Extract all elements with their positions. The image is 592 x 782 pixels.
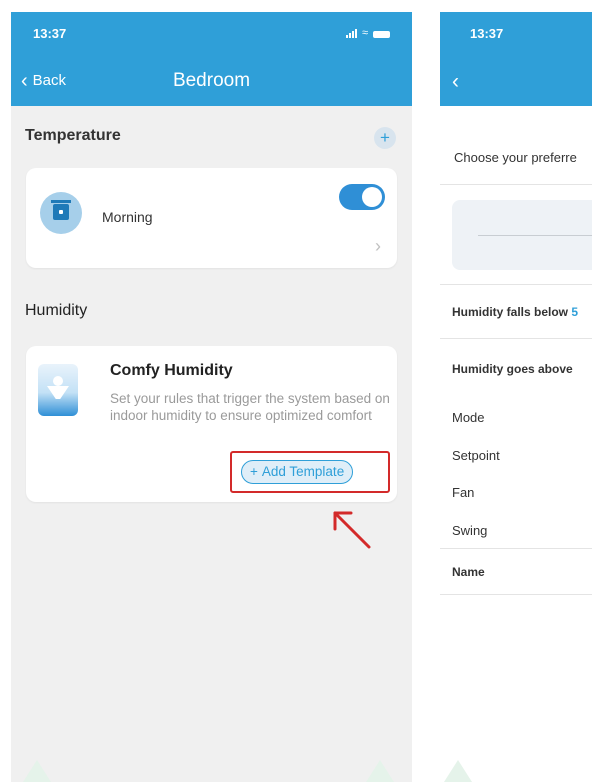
status-time: 13:37 — [33, 26, 67, 41]
field-name[interactable]: Name — [452, 565, 485, 579]
wifi-icon: ≈ — [361, 27, 368, 39]
bedroom-screen: 13:37 ≈ ‹ Back Bedroom Temperature + Mor… — [11, 12, 412, 782]
divider — [440, 184, 592, 185]
page-title: Bedroom — [172, 70, 251, 91]
watermark-shape — [444, 760, 472, 782]
divider — [440, 548, 592, 549]
rule-falls-below-value[interactable]: 5 — [571, 305, 578, 319]
status-time: 13:37 — [470, 26, 504, 41]
toggle-knob — [362, 187, 382, 207]
schedule-icon — [40, 192, 82, 234]
instruction-text: Choose your preferre — [454, 150, 577, 165]
app-bar: 13:37 ≈ ‹ Back Bedroom — [11, 12, 412, 106]
field-fan[interactable]: Fan — [452, 485, 474, 500]
app-bar: 13:37 ‹ — [440, 12, 592, 106]
add-temperature-button[interactable]: + — [374, 127, 396, 149]
divider — [440, 284, 592, 285]
divider — [440, 594, 592, 595]
back-button[interactable]: ‹ — [452, 70, 459, 93]
watermark-shape — [23, 760, 51, 782]
rule-falls-below-label: Humidity falls below — [452, 305, 569, 319]
template-name: Comfy Humidity — [110, 362, 233, 379]
rule-falls-below[interactable]: Humidity falls below 5 — [452, 305, 578, 319]
template-description: Set your rules that trigger the system b… — [110, 391, 390, 423]
rule-goes-above[interactable]: Humidity goes above — [452, 362, 573, 376]
chevron-left-icon: ‹ — [452, 70, 459, 93]
field-swing[interactable]: Swing — [452, 523, 487, 538]
signal-icon — [345, 29, 357, 38]
highlight-box — [230, 451, 390, 493]
temperature-section-title: Temperature — [25, 127, 121, 144]
humidity-slider-track[interactable] — [478, 235, 592, 236]
chevron-right-icon[interactable]: › — [375, 236, 381, 257]
humidity-rule-screen: 13:37 ‹ Choose your preferre Humidity fa… — [440, 12, 592, 782]
pointer-arrow-icon — [333, 511, 371, 549]
humidity-section-title: Humidity — [25, 302, 88, 319]
temperature-schedule-card[interactable]: Morning › — [26, 168, 397, 268]
schedule-toggle[interactable] — [339, 184, 385, 210]
field-setpoint[interactable]: Setpoint — [452, 448, 500, 463]
battery-icon — [373, 31, 390, 38]
schedule-name: Morning — [102, 209, 153, 225]
status-icons: ≈ — [345, 27, 390, 39]
person-comfort-icon — [38, 364, 78, 416]
field-mode[interactable]: Mode — [452, 410, 485, 425]
divider — [440, 338, 592, 339]
watermark-shape — [366, 760, 394, 782]
